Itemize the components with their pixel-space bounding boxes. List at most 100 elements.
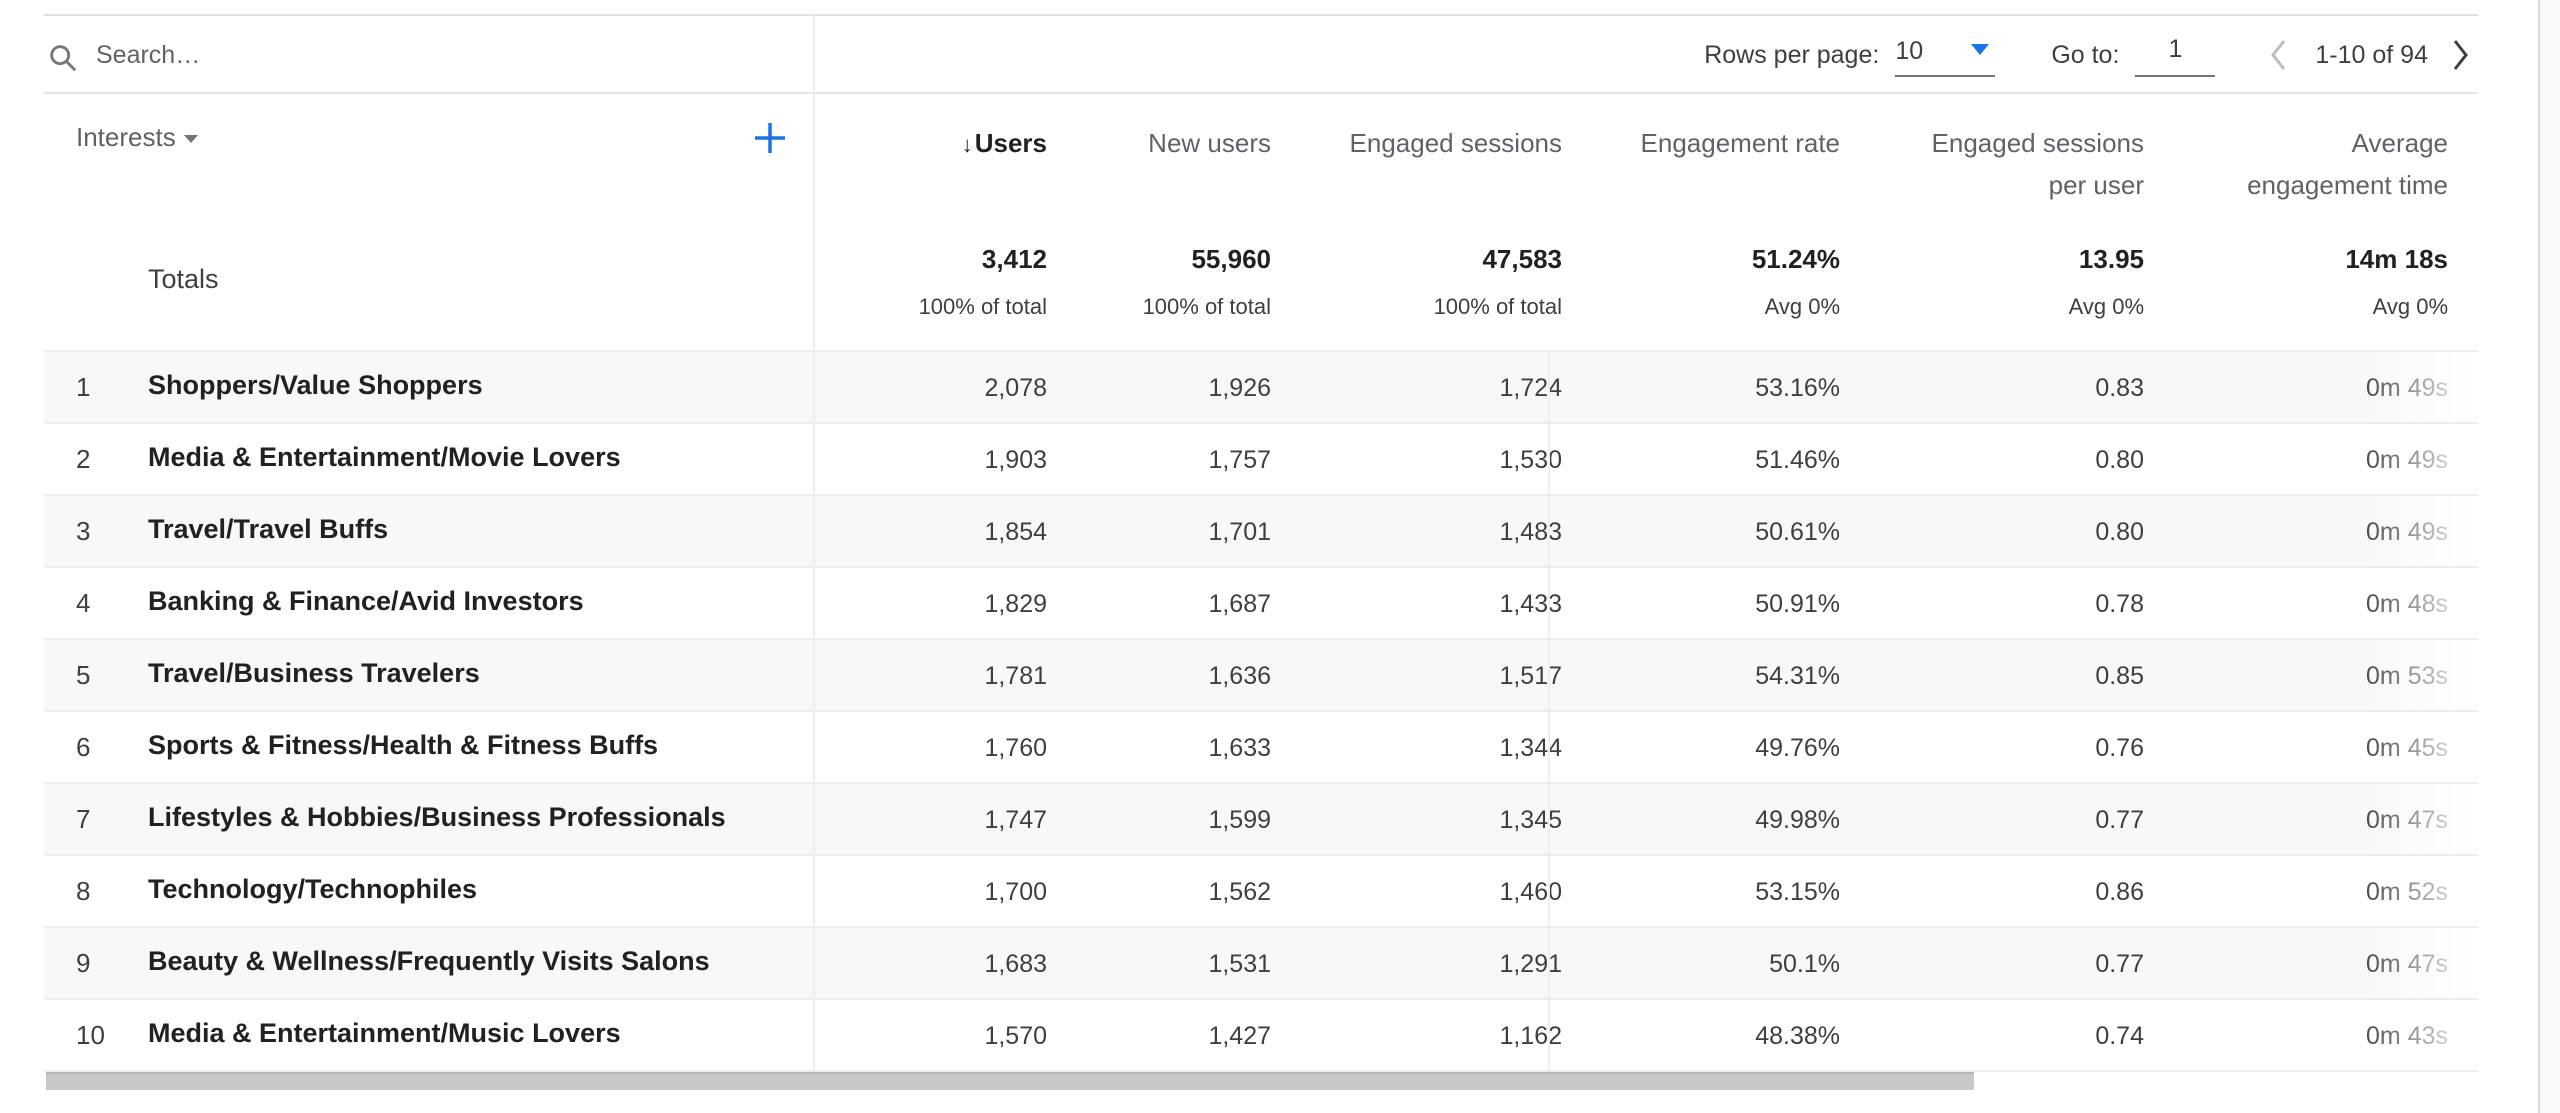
dimension-label: Interests (76, 122, 176, 152)
column-header-label-line2: engagement time (2247, 170, 2448, 200)
column-header-label: Engagement rate (1640, 128, 1840, 158)
table-row[interactable]: 9 Beauty & Wellness/Frequently Visits Sa… (44, 928, 2478, 1000)
cell-divider (1548, 712, 1550, 782)
cell-engaged-sessions-per-user: 0.78 (2095, 590, 2144, 618)
table-row[interactable]: 10 Media & Entertainment/Music Lovers 1,… (44, 1000, 2478, 1072)
row-dimension-value[interactable]: Media & Entertainment/Movie Lovers (148, 442, 621, 473)
cell-engaged-sessions: 1,433 (1499, 590, 1562, 618)
table-row[interactable]: 2 Media & Entertainment/Movie Lovers 1,9… (44, 424, 2478, 496)
search-icon (50, 45, 76, 71)
table-row[interactable]: 5 Travel/Business Travelers 1,781 1,636 … (44, 640, 2478, 712)
rows-per-page-select[interactable]: 10 (1895, 33, 1996, 77)
cell-users: 1,903 (984, 446, 1047, 474)
next-page-button[interactable] (2442, 33, 2478, 77)
column-header-label-line1: Engaged sessions (1931, 128, 2144, 158)
cell-engaged-sessions: 1,162 (1499, 1022, 1562, 1050)
total-engaged-sessions-per-user-avg: Avg 0% (2068, 294, 2144, 319)
row-dimension-value[interactable]: Travel/Travel Buffs (148, 514, 388, 545)
chevron-right-icon (2453, 40, 2468, 70)
column-header-new-users[interactable]: New users (1148, 122, 1271, 164)
cell-engaged-sessions: 1,291 (1499, 950, 1562, 978)
dimension-selector[interactable]: Interests (76, 122, 198, 153)
cell-average-engagement-time: 0m 49s (2366, 518, 2448, 546)
column-header-average-engagement-time[interactable]: Average engagement time (2247, 122, 2448, 206)
cell-engagement-rate: 50.91% (1755, 590, 1840, 618)
cell-engagement-rate: 54.31% (1755, 662, 1840, 690)
row-dimension-value[interactable]: Travel/Business Travelers (148, 658, 480, 689)
cell-new-users: 1,531 (1208, 950, 1271, 978)
column-header-engaged-sessions[interactable]: Engaged sessions (1350, 122, 1562, 164)
cell-engaged-sessions: 1,530 (1499, 446, 1562, 474)
cell-engagement-rate: 53.16% (1755, 374, 1840, 402)
cell-users: 1,747 (984, 806, 1047, 834)
row-dimension-value[interactable]: Beauty & Wellness/Frequently Visits Salo… (148, 946, 710, 977)
cell-average-engagement-time: 0m 52s (2366, 878, 2448, 906)
table-row[interactable]: 1 Shoppers/Value Shoppers 2,078 1,926 1,… (44, 352, 2478, 424)
total-engaged-sessions: 47,583 (1482, 244, 1562, 274)
add-dimension-icon[interactable] (752, 120, 788, 156)
cell-divider (1548, 568, 1550, 638)
cell-average-engagement-time: 0m 43s (2366, 1022, 2448, 1050)
cell-new-users: 1,636 (1208, 662, 1271, 690)
caret-down-icon (183, 134, 198, 143)
cell-new-users: 1,427 (1208, 1022, 1271, 1050)
row-dimension-value[interactable]: Media & Entertainment/Music Lovers (148, 1018, 621, 1049)
rows-per-page-label: Rows per page: (1704, 40, 1880, 69)
table-body: 1 Shoppers/Value Shoppers 2,078 1,926 1,… (44, 352, 2478, 1072)
column-header-users[interactable]: ↓Users (962, 122, 1047, 166)
cell-engaged-sessions: 1,517 (1499, 662, 1562, 690)
goto-label: Go to: (2051, 40, 2120, 69)
cell-new-users: 1,757 (1208, 446, 1271, 474)
column-header-engagement-rate[interactable]: Engagement rate (1641, 122, 1840, 164)
dropdown-caret-icon (1971, 43, 1990, 55)
table-row[interactable]: 4 Banking & Finance/Avid Investors 1,829… (44, 568, 2478, 640)
table-row[interactable]: 3 Travel/Travel Buffs 1,854 1,701 1,483 … (44, 496, 2478, 568)
cell-engagement-rate: 49.76% (1755, 734, 1840, 762)
chevron-left-icon (2271, 40, 2286, 70)
report-table-card: Rows per page: 10 Go to: 1-10 of 94 In (44, 14, 2478, 1113)
cell-new-users: 1,562 (1208, 878, 1271, 906)
sort-descending-icon: ↓ (961, 132, 973, 157)
row-dimension-value[interactable]: Technology/Technophiles (148, 874, 477, 905)
totals-label: Totals (148, 264, 219, 294)
search-input[interactable] (96, 40, 696, 70)
cell-engagement-rate: 49.98% (1755, 806, 1840, 834)
table-row[interactable]: 6 Sports & Fitness/Health & Fitness Buff… (44, 712, 2478, 784)
cell-engagement-rate: 50.1% (1769, 950, 1840, 978)
cell-users: 1,829 (984, 590, 1047, 618)
page-scrollbar[interactable] (2538, 0, 2560, 1113)
cell-engagement-rate: 51.46% (1755, 446, 1840, 474)
search-bar (44, 16, 813, 94)
cell-average-engagement-time: 0m 48s (2366, 590, 2448, 618)
cell-engagement-rate: 53.15% (1755, 878, 1840, 906)
cell-divider (1548, 496, 1550, 566)
cell-engaged-sessions-per-user: 0.80 (2095, 518, 2144, 546)
column-header-label: Engaged sessions (1349, 128, 1562, 158)
cell-engagement-rate: 50.61% (1755, 518, 1840, 546)
row-number: 7 (76, 804, 91, 834)
total-engaged-sessions-per-user: 13.95 (2078, 244, 2144, 274)
row-dimension-value[interactable]: Shoppers/Value Shoppers (148, 370, 483, 401)
row-dimension-value[interactable]: Sports & Fitness/Health & Fitness Buffs (148, 730, 658, 761)
cell-engaged-sessions-per-user: 0.76 (2095, 734, 2144, 762)
cell-engaged-sessions-per-user: 0.77 (2095, 806, 2144, 834)
cell-new-users: 1,926 (1208, 374, 1271, 402)
cell-engaged-sessions-per-user: 0.86 (2095, 878, 2144, 906)
table-row[interactable]: 7 Lifestyles & Hobbies/Business Professi… (44, 784, 2478, 856)
total-users-percent: 100% of total (918, 294, 1047, 319)
column-header-engaged-sessions-per-user[interactable]: Engaged sessions per user (1932, 122, 2144, 206)
cell-engaged-sessions: 1,483 (1499, 518, 1562, 546)
table-row[interactable]: 8 Technology/Technophiles 1,700 1,562 1,… (44, 856, 2478, 928)
goto-page-input[interactable] (2135, 33, 2216, 77)
horizontal-scrollbar-thumb[interactable] (46, 1072, 1974, 1090)
table-header: Interests ↓Users New users Engaged sessi… (44, 94, 2478, 204)
pagination: Rows per page: 10 Go to: 1-10 of 94 (1704, 16, 2478, 94)
row-dimension-value[interactable]: Banking & Finance/Avid Investors (148, 586, 584, 617)
page-range-text: 1-10 of 94 (2315, 40, 2428, 69)
cell-engaged-sessions: 1,724 (1499, 374, 1562, 402)
total-average-engagement-time-avg: Avg 0% (2372, 294, 2448, 319)
previous-page-button[interactable] (2261, 33, 2297, 77)
row-dimension-value[interactable]: Lifestyles & Hobbies/Business Profession… (148, 802, 726, 833)
cell-users: 2,078 (984, 374, 1047, 402)
cell-average-engagement-time: 0m 47s (2366, 806, 2448, 834)
